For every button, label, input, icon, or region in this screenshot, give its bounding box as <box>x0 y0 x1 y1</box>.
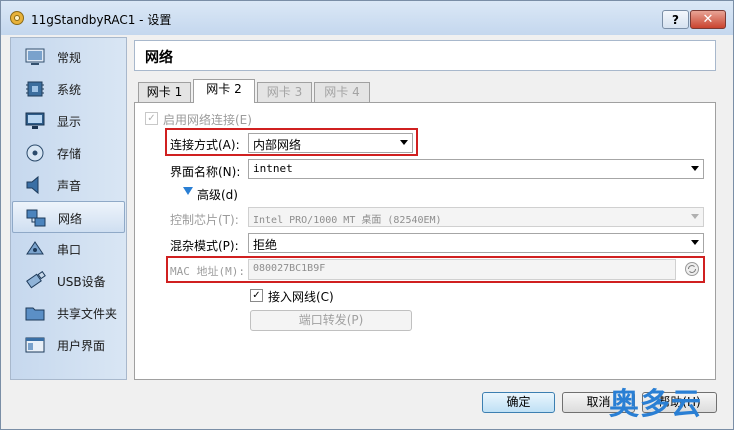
chevron-down-icon <box>400 140 408 145</box>
usb-icon <box>26 271 46 289</box>
general-icon <box>25 48 45 65</box>
interface-name-label: 界面名称(N): <box>170 165 241 179</box>
network-icon <box>26 209 46 227</box>
shared-folder-icon <box>25 307 45 321</box>
adapter-type-select[interactable]: Intel PRO/1000 MT 桌面 (82540EM) <box>248 207 704 227</box>
title-bar[interactable]: 11gStandbyRAC1 - 设置 ? ✕ <box>1 1 733 35</box>
sidebar-item-display[interactable]: 显示 <box>12 105 125 137</box>
watermark-logo: 奥多云 <box>609 387 702 422</box>
sidebar-item-audio[interactable]: 声音 <box>12 169 125 201</box>
mac-address-label: MAC 地址(M): <box>170 265 245 278</box>
mac-address-value: 080027BC1B9F <box>253 263 326 274</box>
chevron-down-icon <box>691 240 699 245</box>
chevron-down-icon <box>691 166 699 171</box>
sidebar-item-label: 共享文件夹 <box>57 307 118 321</box>
cable-connected-label: 接入网线(C) <box>268 290 334 304</box>
tab-adapter-3[interactable]: 网卡 3 <box>257 82 312 102</box>
attached-to-value: 内部网络 <box>253 138 302 152</box>
storage-disk-icon <box>26 144 44 162</box>
enable-adapter-checkbox[interactable]: ✓ <box>145 112 158 125</box>
chevron-down-icon <box>691 214 699 219</box>
expand-arrow-icon[interactable] <box>183 187 193 196</box>
sidebar-item-label: 存储 <box>57 147 82 161</box>
section-header: 网络 <box>134 40 716 71</box>
user-interface-icon <box>25 337 45 353</box>
sidebar-item-label: 串口 <box>57 243 82 257</box>
sidebar-item-general[interactable]: 常规 <box>12 41 125 73</box>
sidebar-item-system[interactable]: 系统 <box>12 73 125 105</box>
attached-to-select[interactable]: 内部网络 <box>248 133 413 153</box>
tab-adapter-1[interactable]: 网卡 1 <box>138 82 191 102</box>
serial-port-icon <box>26 241 44 255</box>
monitor-icon <box>25 112 45 129</box>
ok-button[interactable]: 确定 <box>482 392 555 413</box>
promiscuous-mode-label: 混杂模式(P): <box>170 239 239 253</box>
promiscuous-mode-select[interactable]: 拒绝 <box>248 233 704 253</box>
mac-address-field[interactable]: 080027BC1B9F <box>248 259 676 280</box>
sidebar-item-label: 用户界面 <box>57 339 106 353</box>
settings-sidebar: 常规 系统 显示 存储 声音 网络 串口 USB设备 共享文件夹 用户界面 <box>10 37 127 380</box>
speaker-icon <box>26 175 39 195</box>
promiscuous-mode-value: 拒绝 <box>253 238 278 252</box>
sidebar-item-user-interface[interactable]: 用户界面 <box>12 329 125 361</box>
settings-window: 11gStandbyRAC1 - 设置 ? ✕ 常规 系统 显示 存储 声音 网… <box>0 0 734 430</box>
system-chip-icon <box>26 81 44 97</box>
enable-adapter-label: 启用网络连接(E) <box>163 113 252 127</box>
port-forwarding-button[interactable]: 端口转发(P) <box>250 310 412 331</box>
refresh-mac-icon[interactable] <box>684 261 700 277</box>
title-close-button[interactable]: ✕ <box>690 10 726 29</box>
attached-to-label: 连接方式(A): <box>170 138 240 152</box>
cable-connected-checkbox[interactable]: ✓ <box>250 289 263 302</box>
sidebar-item-label: USB设备 <box>57 275 106 289</box>
window-title: 11gStandbyRAC1 - 设置 <box>31 13 172 27</box>
advanced-toggle[interactable]: 高级(d) <box>197 186 238 203</box>
sidebar-item-label: 显示 <box>57 115 82 129</box>
sidebar-item-network[interactable]: 网络 <box>12 201 125 233</box>
page-title: 网络 <box>145 50 173 66</box>
sidebar-item-label: 网络 <box>58 212 83 226</box>
interface-name-combo[interactable]: intnet <box>248 159 704 179</box>
adapter-type-value: Intel PRO/1000 MT 桌面 (82540EM) <box>253 215 442 226</box>
app-gear-icon <box>10 11 24 25</box>
sidebar-item-serial[interactable]: 串口 <box>12 233 125 265</box>
title-help-button[interactable]: ? <box>662 10 689 29</box>
tab-adapter-2[interactable]: 网卡 2 <box>193 79 255 103</box>
tab-adapter-4[interactable]: 网卡 4 <box>314 82 370 102</box>
sidebar-item-label: 系统 <box>57 83 82 97</box>
sidebar-item-storage[interactable]: 存储 <box>12 137 125 169</box>
adapter-type-label: 控制芯片(T): <box>170 213 239 227</box>
sidebar-item-usb[interactable]: USB设备 <box>12 265 125 297</box>
interface-name-value: intnet <box>253 162 293 175</box>
sidebar-item-label: 声音 <box>57 179 82 193</box>
sidebar-item-label: 常规 <box>57 51 82 65</box>
sidebar-item-shared-folders[interactable]: 共享文件夹 <box>12 297 125 329</box>
